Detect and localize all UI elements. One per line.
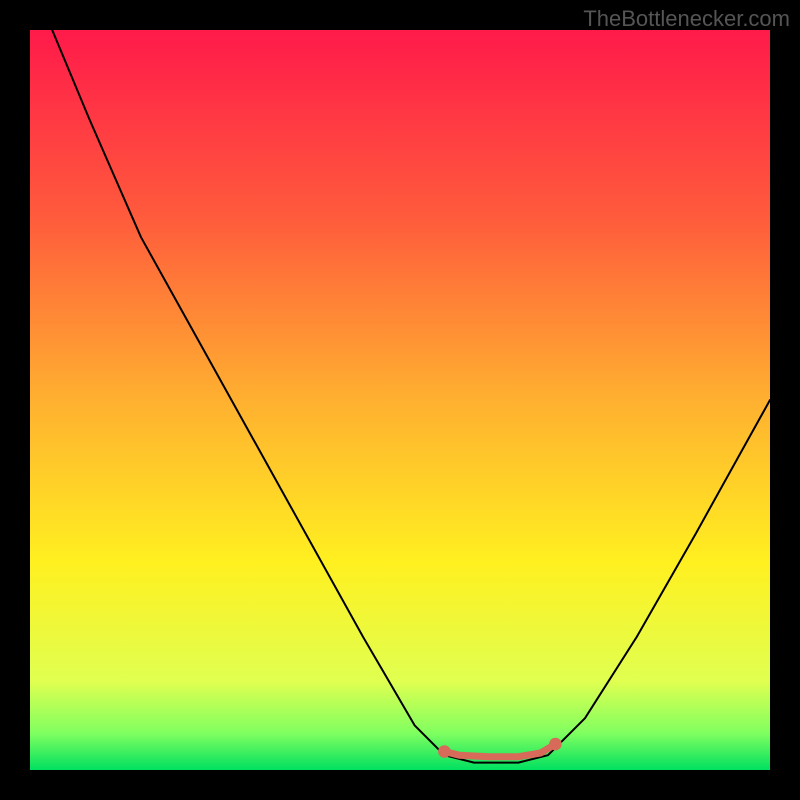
chart-svg bbox=[30, 30, 770, 770]
chart-background bbox=[30, 30, 770, 770]
watermark-text: TheBottlenecker.com bbox=[583, 6, 790, 32]
series-dot bbox=[549, 738, 562, 751]
series-dot bbox=[438, 745, 451, 758]
chart-area bbox=[30, 30, 770, 770]
